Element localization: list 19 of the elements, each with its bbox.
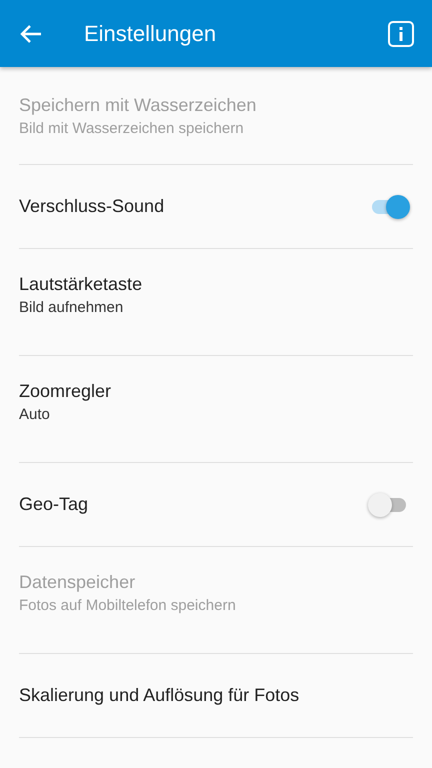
settings-row[interactable]: Skalierung und Auflösung für Fotos — [19, 654, 413, 738]
setting-subtitle: Bild mit Wasserzeichen speichern — [19, 120, 245, 136]
setting-title: Zoomregler — [19, 381, 112, 402]
setting-title: Lautstärketaste — [19, 274, 144, 295]
info-icon[interactable] — [388, 20, 414, 46]
settings-row[interactable]: Verschluss-Sound — [19, 165, 413, 249]
settings-row[interactable]: Zoomregler Auto — [19, 356, 413, 463]
setting-title: Skalierung und Auflösung für Fotos — [19, 685, 300, 706]
setting-title: Geo-Tag — [19, 494, 90, 515]
setting-title: Datenspeicher — [19, 572, 136, 593]
setting-subtitle: Auto — [19, 406, 51, 423]
setting-title: Verschluss-Sound — [19, 196, 166, 217]
setting-title: Speichern mit Wasserzeichen — [19, 94, 258, 116]
settings-row[interactable]: Geo-Tag — [19, 463, 413, 547]
setting-subtitle: Fotos auf Mobiltelefon speichern — [19, 597, 237, 614]
screen-title: Einstellungen — [84, 20, 218, 46]
settings-row[interactable]: Lautstärketaste Bild aufnehmen — [19, 249, 413, 356]
back-icon[interactable] — [20, 24, 42, 44]
setting-subtitle: Bild aufnehmen — [19, 299, 124, 316]
